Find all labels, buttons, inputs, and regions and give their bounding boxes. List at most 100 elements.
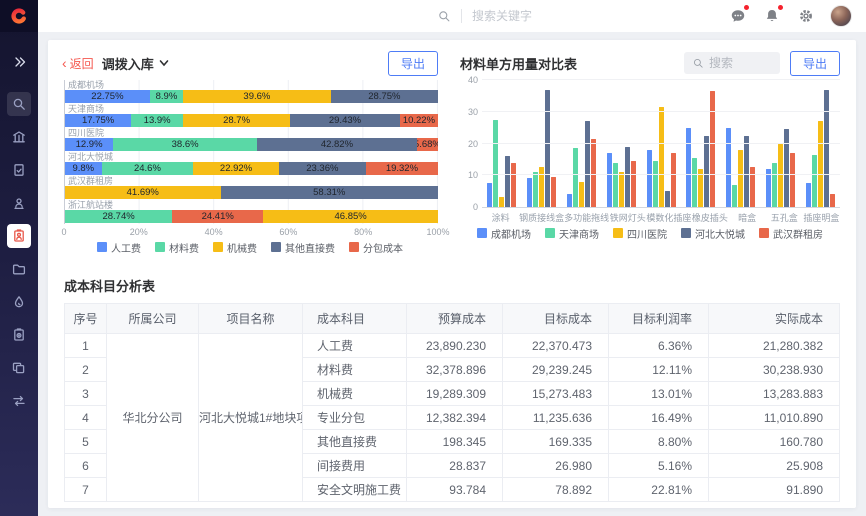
global-search[interactable]	[437, 9, 562, 23]
bar-segment: 41.69%	[65, 186, 221, 199]
legend-swatch	[271, 242, 281, 252]
sidebar-item-materials[interactable]	[7, 290, 31, 314]
legend-item[interactable]: 机械费	[213, 240, 257, 255]
drop-icon	[11, 294, 27, 310]
legend-item[interactable]: 材料费	[155, 240, 199, 255]
legend-item[interactable]: 河北大悦城	[681, 226, 745, 241]
cell-no: 7	[65, 478, 107, 502]
left-panel-header: ‹ 返回 调拨入库 导出	[62, 50, 438, 76]
cell-budget: 23,890.230	[407, 334, 503, 358]
sidebar-item-organization[interactable]	[7, 125, 31, 149]
cell-no: 4	[65, 406, 107, 430]
grouped-chart-plot: 010203040	[482, 80, 840, 208]
legend-swatch	[759, 228, 769, 238]
bar-group	[482, 80, 522, 207]
bar	[487, 183, 492, 207]
export-button-right[interactable]: 导出	[790, 51, 840, 76]
divider	[461, 9, 462, 23]
x-axis-tick: 80%	[354, 227, 372, 237]
bar-segment: 39.6%	[183, 90, 331, 103]
column-header: 项目名称	[199, 304, 303, 334]
cell-subject: 其他直接费	[303, 430, 407, 454]
cell-budget: 93.784	[407, 478, 503, 502]
search-icon	[437, 9, 451, 23]
global-search-input[interactable]	[472, 9, 562, 23]
search-icon	[11, 96, 27, 112]
legend-label: 成都机场	[491, 226, 531, 241]
user-stamp-icon	[11, 195, 27, 211]
bar	[527, 178, 532, 207]
title-dropdown-toggle[interactable]	[159, 58, 169, 68]
sidebar-item-search[interactable]	[7, 92, 31, 116]
bar-segment: 17.75%	[65, 114, 131, 127]
bar	[818, 121, 823, 207]
notifications-button[interactable]	[764, 8, 780, 24]
user-avatar[interactable]	[830, 5, 852, 27]
bar-segment-label: 24.6%	[134, 163, 161, 174]
stacked-row-label: 武汉群租房	[65, 176, 438, 186]
grid-line	[482, 143, 840, 144]
sidebar-item-clipboard-settings[interactable]	[7, 323, 31, 347]
bar-segment-label: 19.32%	[386, 163, 418, 174]
bar-segment-label: 13.9%	[144, 115, 171, 126]
x-axis-tick: 60%	[279, 227, 297, 237]
legend-item[interactable]: 成都机场	[477, 226, 531, 241]
bar	[659, 107, 664, 207]
legend-label: 其他直接费	[285, 240, 335, 255]
sidebar-item-personnel[interactable]	[7, 191, 31, 215]
bar	[653, 161, 658, 207]
sidebar-item-files[interactable]	[7, 257, 31, 281]
bar	[585, 121, 590, 207]
cell-target: 78.892	[503, 478, 609, 502]
legend-item[interactable]: 其他直接费	[271, 240, 335, 255]
stacked-bar: 12.9%38.6%42.82%5.68%	[65, 138, 438, 151]
bar-segment: 8.9%	[150, 90, 183, 103]
export-button-left[interactable]: 导出	[388, 51, 438, 76]
bar-group	[601, 80, 641, 207]
messages-button[interactable]	[730, 8, 746, 24]
sidebar-item-flow[interactable]	[7, 389, 31, 413]
chart-search[interactable]	[684, 52, 780, 74]
legend-item[interactable]: 武汉群租房	[759, 226, 823, 241]
x-axis-label: 插座明盒	[803, 211, 840, 224]
cell-subject: 间接费用	[303, 454, 407, 478]
app-logo[interactable]	[0, 0, 38, 32]
bar-segment-label: 22.92%	[220, 163, 252, 174]
x-axis-tick: 20%	[130, 227, 148, 237]
cell-subject: 人工费	[303, 334, 407, 358]
bar	[579, 182, 584, 207]
bar	[732, 185, 737, 207]
bar-segment-label: 23.36%	[306, 163, 338, 174]
legend-item[interactable]: 分包成本	[349, 240, 403, 255]
bar	[790, 153, 795, 207]
chart-search-input[interactable]	[709, 56, 769, 70]
x-axis-label: 暗盒	[729, 211, 766, 224]
bar-segment: 28.75%	[331, 90, 438, 103]
sidebar-item-collapse[interactable]	[7, 50, 31, 74]
back-link[interactable]: ‹ 返回	[62, 55, 94, 72]
legend-item[interactable]: 人工费	[97, 240, 141, 255]
legend-item[interactable]: 四川医院	[613, 226, 667, 241]
cell-rate: 8.80%	[609, 430, 709, 454]
bar-segment-label: 28.74%	[102, 211, 134, 222]
cell-no: 3	[65, 382, 107, 406]
app: ‹ 返回 调拨入库 导出 成都机场22.75%8.9%39.6%28.75%天津	[0, 0, 866, 516]
cell-rate: 22.81%	[609, 478, 709, 502]
y-axis-tick: 10	[458, 170, 478, 180]
legend-item[interactable]: 天津商场	[545, 226, 599, 241]
sidebar-item-documents[interactable]	[7, 158, 31, 182]
sidebar-item-copy[interactable]	[7, 356, 31, 380]
bar	[744, 136, 749, 207]
cell-target: 26.980	[503, 454, 609, 478]
stacked-row: 成都机场22.75%8.9%39.6%28.75%	[65, 80, 438, 103]
clipboard-user-icon	[11, 228, 27, 244]
settings-button[interactable]	[798, 8, 814, 24]
y-axis-tick: 20	[458, 139, 478, 149]
charts-row: ‹ 返回 调拨入库 导出 成都机场22.75%8.9%39.6%28.75%天津	[48, 40, 856, 266]
sidebar-item-cost-analysis[interactable]	[7, 224, 31, 248]
table-header: 序号所属公司项目名称成本科目预算成本目标成本目标利润率实际成本	[65, 304, 840, 334]
legend-label: 分包成本	[363, 240, 403, 255]
cell-rate: 13.01%	[609, 382, 709, 406]
stacked-row-label: 河北大悦城	[65, 152, 438, 162]
page-title: 调拨入库	[102, 54, 169, 73]
